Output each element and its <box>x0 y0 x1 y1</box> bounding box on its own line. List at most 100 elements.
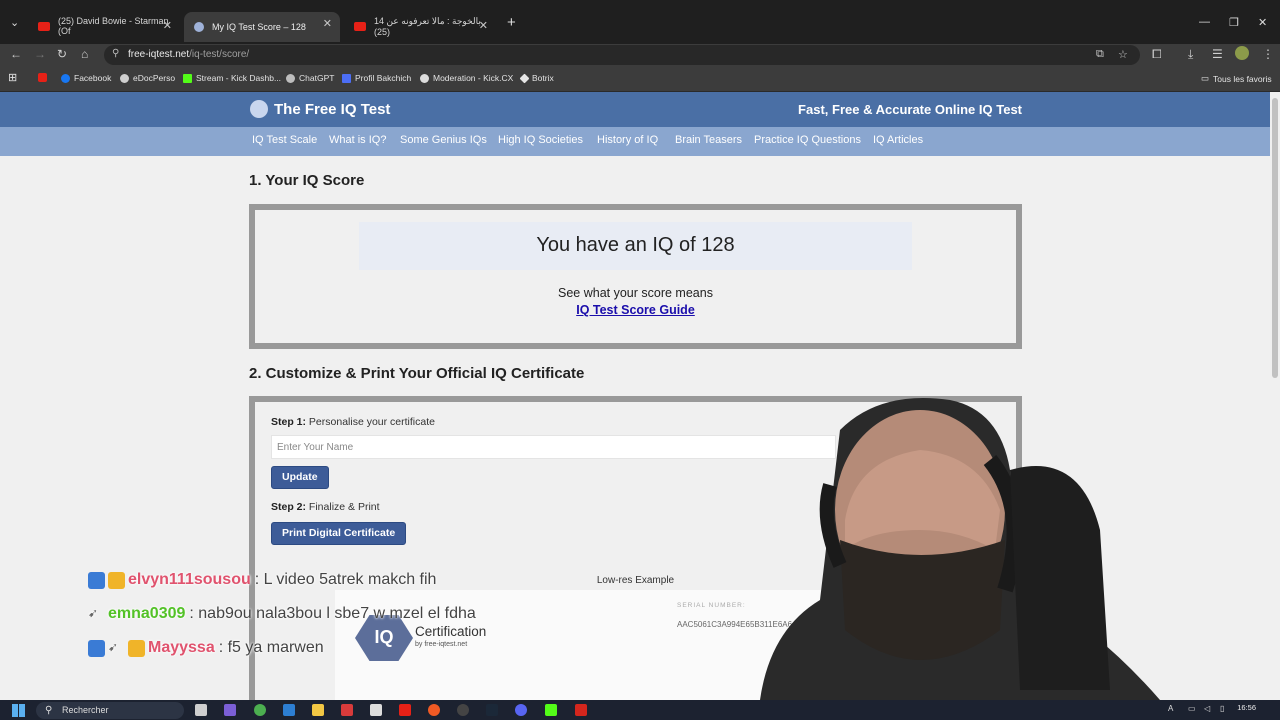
minimize-icon[interactable]: — <box>1199 16 1210 28</box>
discord-icon[interactable] <box>515 704 527 716</box>
nav-high-iq-societies[interactable]: High IQ Societies <box>498 134 583 146</box>
nav-what-is-iq[interactable]: What is IQ? <box>329 134 386 146</box>
obs-icon[interactable] <box>457 704 469 716</box>
network-icon[interactable]: ▭ <box>1188 704 1196 713</box>
tab-david-bowie[interactable]: (25) David Bowie - Starman (Of ✕ <box>28 14 180 38</box>
url-text[interactable]: free-iqtest.net/iq-test/score/ <box>128 49 249 60</box>
chat-message: elvyn111sousou : L video 5atrek makch fi… <box>88 571 436 589</box>
bookmark-youtube[interactable] <box>38 73 51 82</box>
close-icon[interactable]: ✕ <box>323 17 332 30</box>
bookmark-label: Profil Bakchich <box>355 73 412 83</box>
search-placeholder: Rechercher <box>62 705 109 715</box>
chat-message: ➹ emna0309 : nab9ou nala3bou l sbe7 w mz… <box>88 605 476 623</box>
bookmark-moderation[interactable]: Moderation - Kick.CX <box>420 73 513 83</box>
tab-iq-score[interactable]: My IQ Test Score – 128 ✕ <box>184 12 340 42</box>
seal-text: IQ <box>374 627 394 647</box>
score-guide-link[interactable]: IQ Test Score Guide <box>255 303 1016 317</box>
app-icon[interactable] <box>224 704 236 716</box>
site-title[interactable]: The Free IQ Test <box>274 101 390 118</box>
windows-start-icon[interactable] <box>12 704 25 717</box>
app-icon[interactable] <box>428 704 440 716</box>
battery-icon[interactable]: ▯ <box>1220 704 1224 713</box>
tab-search-icon[interactable]: ☰ <box>1212 47 1223 61</box>
bookmark-label: Botrix <box>532 73 554 83</box>
steam-icon[interactable] <box>486 704 498 716</box>
pdf-icon[interactable] <box>575 704 587 716</box>
certificate-section-heading: 2. Customize & Print Your Official IQ Ce… <box>249 365 585 382</box>
home-icon[interactable]: ⌂ <box>81 47 88 61</box>
new-tab-button[interactable]: + <box>507 14 516 31</box>
moderator-badge-icon <box>88 639 105 657</box>
bookmark-edocperso[interactable]: eDocPerso <box>120 73 175 83</box>
apps-grid-icon[interactable]: ⊞ <box>8 71 17 84</box>
youtube-icon[interactable] <box>399 704 411 716</box>
bird-badge-icon: ➹ <box>108 639 119 654</box>
translate-icon[interactable]: ⧉ <box>1096 48 1104 61</box>
update-button[interactable]: Update <box>271 466 329 489</box>
scrollbar-thumb[interactable] <box>1272 98 1278 378</box>
nav-iq-articles[interactable]: IQ Articles <box>873 134 923 146</box>
kick-icon[interactable] <box>545 704 557 716</box>
app-icon[interactable] <box>370 704 382 716</box>
chat-text: : f5 ya marwen <box>218 639 324 656</box>
restore-icon[interactable]: ❐ <box>1229 16 1239 29</box>
bakchich-icon <box>342 73 351 83</box>
youtube-icon <box>38 73 47 82</box>
brain-logo-icon[interactable] <box>250 100 268 118</box>
nav-some-genius-iqs[interactable]: Some Genius IQs <box>400 134 487 146</box>
site-tagline: Fast, Free & Accurate Online IQ Test <box>798 102 1022 117</box>
browser-tab-strip: ⌄ (25) David Bowie - Starman (Of ✕ My IQ… <box>0 0 1280 44</box>
forward-arrow-icon[interactable]: → <box>34 47 46 61</box>
folder-icon: ▭ <box>1201 73 1210 83</box>
download-icon[interactable]: ⤓ <box>1188 47 1193 62</box>
bookmark-facebook[interactable]: Facebook <box>61 73 111 83</box>
menu-dots-icon[interactable]: ⋮ <box>1262 47 1274 61</box>
back-arrow-icon[interactable]: ← <box>10 47 22 61</box>
site-info-icon[interactable]: ⚲ <box>112 48 119 59</box>
chatgpt-icon <box>286 73 295 83</box>
chrome-icon[interactable] <box>254 704 266 716</box>
taskbar-search[interactable]: ⚲ Rechercher <box>36 702 184 719</box>
close-window-icon[interactable]: ✕ <box>1258 16 1267 29</box>
iq-score-text: You have an IQ of 128 <box>536 234 735 256</box>
task-view-icon[interactable] <box>195 704 207 716</box>
name-input[interactable] <box>271 435 836 459</box>
store-icon[interactable] <box>283 704 295 716</box>
close-icon[interactable]: ✕ <box>479 19 488 32</box>
file-explorer-icon[interactable] <box>312 704 324 716</box>
facebook-icon <box>61 73 70 83</box>
bookmark-kick-dashboard[interactable]: Stream - Kick Dashb... <box>183 73 281 83</box>
bookmark-botrix[interactable]: Botrix <box>519 73 554 83</box>
tab-list-chevron-icon[interactable]: ⌄ <box>10 16 19 29</box>
taskbar-clock[interactable]: 16:56 <box>1237 703 1256 712</box>
url-host: free-iqtest.net <box>128 49 190 60</box>
site-nav: IQ Test Scale What is IQ? Some Genius IQ… <box>0 127 1270 156</box>
address-bar[interactable]: ⚲ free-iqtest.net/iq-test/score/ ⧉ ☆ <box>104 45 1140 65</box>
nav-practice-iq-questions[interactable]: Practice IQ Questions <box>754 134 861 146</box>
nav-iq-test-scale[interactable]: IQ Test Scale <box>252 134 317 146</box>
chat-username: emna0309 <box>108 605 186 622</box>
close-icon[interactable]: ✕ <box>163 19 172 32</box>
bookmark-chatgpt[interactable]: ChatGPT <box>286 73 334 83</box>
tab-arabic-video[interactable]: 14 بالخوجة : مالا تعرفونه عن (25) ✕ <box>344 14 496 38</box>
bookmark-star-icon[interactable]: ☆ <box>1118 48 1128 61</box>
bookmark-bakchich[interactable]: Profil Bakchich <box>342 73 411 83</box>
all-bookmarks-folder[interactable]: ▭ Tous les favoris <box>1201 73 1272 84</box>
chat-text: : nab9ou nala3bou l sbe7 w mzel el fdha <box>189 605 476 622</box>
volume-icon[interactable]: ◁ <box>1204 704 1210 713</box>
page-scrollbar[interactable] <box>1270 92 1280 700</box>
clock-time: 16:56 <box>1237 703 1256 712</box>
nav-brain-teasers[interactable]: Brain Teasers <box>675 134 742 146</box>
reload-icon[interactable]: ↻ <box>57 47 67 61</box>
print-certificate-button[interactable]: Print Digital Certificate <box>271 522 407 545</box>
extensions-icon[interactable]: ⧠ <box>1152 47 1162 62</box>
bookmarks-bar: ⊞ Facebook eDocPerso Stream - Kick Dashb… <box>0 66 1280 92</box>
nav-history-of-iq[interactable]: History of IQ <box>597 134 658 146</box>
profile-avatar[interactable] <box>1235 46 1249 60</box>
moderator-badge-icon <box>88 571 105 589</box>
app-icon[interactable] <box>341 704 353 716</box>
tab-label: (25) David Bowie - Starman (Of <box>58 16 169 36</box>
youtube-icon <box>354 21 366 31</box>
step2-bold: Step 2: <box>271 501 307 513</box>
language-indicator[interactable]: A <box>1168 704 1173 713</box>
